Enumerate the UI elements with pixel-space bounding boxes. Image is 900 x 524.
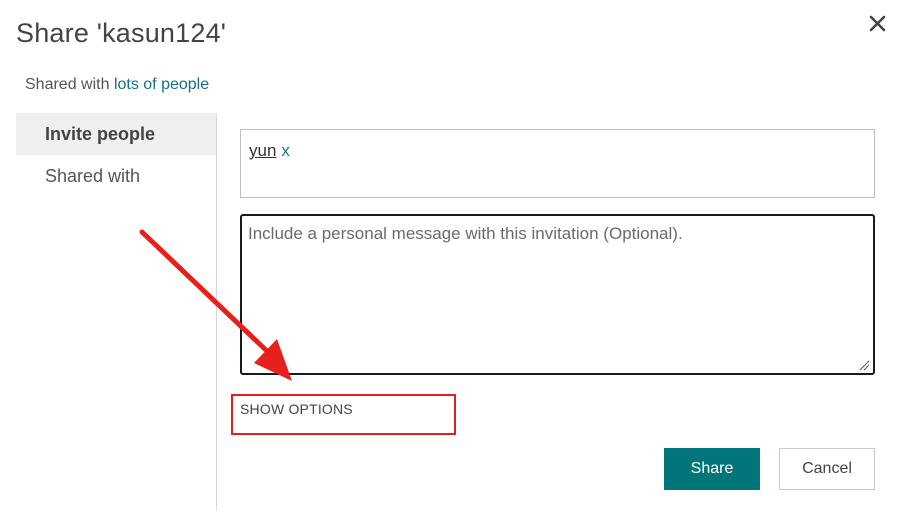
shared-prefix: Shared with xyxy=(25,76,114,93)
nav-invite-people[interactable]: Invite people xyxy=(16,113,216,155)
dialog-title: Share 'kasun124' xyxy=(16,18,227,48)
message-input[interactable] xyxy=(240,214,875,375)
show-options-link[interactable]: SHOW OPTIONS xyxy=(240,401,353,417)
close-icon[interactable] xyxy=(864,10,892,38)
remove-person-button[interactable]: x xyxy=(281,141,290,160)
person-token: yun xyxy=(249,141,277,160)
side-nav: Invite people Shared with xyxy=(16,113,216,197)
share-button[interactable]: Share xyxy=(664,448,760,490)
nav-shared-with[interactable]: Shared with xyxy=(16,155,216,197)
shared-with-link[interactable]: lots of people xyxy=(114,76,209,93)
shared-summary: Shared with lots of people xyxy=(25,76,209,94)
nav-divider xyxy=(216,113,217,511)
people-picker[interactable]: yun x xyxy=(240,129,875,198)
cancel-button[interactable]: Cancel xyxy=(779,448,875,490)
